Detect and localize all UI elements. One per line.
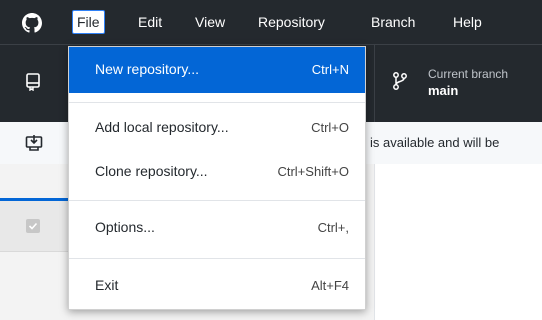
- menu-separator: [69, 258, 365, 259]
- current-branch-label: Current branch: [428, 67, 509, 81]
- menu-item-shortcut: Ctrl+N: [311, 62, 349, 77]
- menu-repository[interactable]: Repository: [258, 0, 325, 44]
- menu-view[interactable]: View: [195, 0, 225, 44]
- menu-edit[interactable]: Edit: [138, 0, 162, 44]
- menu-item-label: Options...: [95, 219, 155, 235]
- github-logo-icon: [22, 13, 42, 33]
- menu-item-exit[interactable]: Exit Alt+F4: [69, 263, 365, 309]
- menu-file[interactable]: File: [72, 10, 105, 34]
- download-icon[interactable]: [25, 134, 43, 152]
- repository-icon: [26, 73, 40, 91]
- menu-branch[interactable]: Branch: [371, 0, 415, 44]
- menu-item-label: Clone repository...: [95, 163, 208, 179]
- menu-item-new-repository[interactable]: New repository... Ctrl+N: [69, 47, 365, 93]
- repository-selector[interactable]: [0, 45, 66, 123]
- menu-item-label: New repository...: [95, 61, 199, 77]
- menu-item-shortcut: Ctrl+,: [317, 220, 349, 235]
- branch-icon: [393, 72, 407, 90]
- menu-item-label: Exit: [95, 277, 119, 293]
- menubar: File Edit View Repository Branch Help: [0, 0, 542, 44]
- current-branch-button[interactable]: Current branch main: [375, 45, 542, 123]
- menu-item-shortcut: Ctrl+O: [311, 120, 349, 135]
- menu-item-shortcut: Alt+F4: [311, 278, 349, 293]
- menu-item-clone-repository[interactable]: Clone repository... Ctrl+Shift+O: [69, 149, 365, 195]
- file-menu-dropdown: New repository... Ctrl+N Add local repos…: [68, 46, 366, 310]
- checkbox-icon[interactable]: [26, 219, 40, 233]
- menu-item-add-local-repository[interactable]: Add local repository... Ctrl+O: [69, 105, 365, 151]
- menu-help[interactable]: Help: [453, 0, 482, 44]
- menu-item-options[interactable]: Options... Ctrl+,: [69, 205, 365, 251]
- menu-item-label: Add local repository...: [95, 119, 229, 135]
- current-branch-name: main: [428, 83, 459, 98]
- menu-item-shortcut: Ctrl+Shift+O: [277, 164, 349, 179]
- content-panel: [374, 164, 542, 320]
- list-item[interactable]: [0, 201, 68, 252]
- banner-text: is available and will be: [370, 135, 500, 150]
- menu-separator: [69, 102, 365, 103]
- menu-separator: [69, 200, 365, 201]
